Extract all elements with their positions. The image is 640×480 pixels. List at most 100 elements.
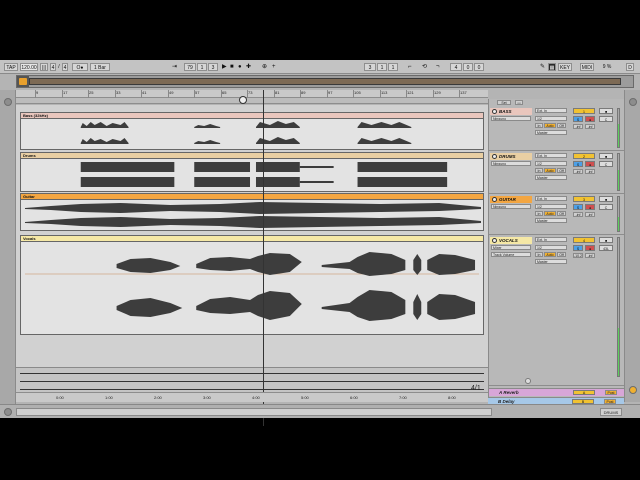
arm-button[interactable]: ● <box>585 116 595 122</box>
quantize-dropdown[interactable]: 1 Bar <box>90 63 110 71</box>
clip-body[interactable] <box>21 200 483 230</box>
position-beat[interactable]: 1 <box>197 63 207 71</box>
track-delay-icon[interactable] <box>525 378 531 384</box>
position-sixteenth[interactable]: 3 <box>208 63 218 71</box>
loop-brace-bar[interactable] <box>16 98 488 104</box>
track-activator-icon[interactable] <box>492 154 497 159</box>
record-icon[interactable]: ● <box>238 63 242 71</box>
return-master-lanes[interactable] <box>16 367 488 392</box>
track-lane-guitar[interactable]: Guitar <box>20 193 484 231</box>
arm-button[interactable]: ● <box>585 245 595 251</box>
clip-stop-button[interactable]: ■ <box>599 237 613 243</box>
output-routing[interactable]: Master <box>535 130 567 135</box>
monitor-auto[interactable]: Auto <box>544 252 556 257</box>
monitor-auto[interactable]: Auto <box>544 123 556 128</box>
mixer-track-vocals[interactable]: VOCALS Mixer Track Volume Ext. In 1/2 In… <box>489 236 625 386</box>
input-source[interactable]: Ext. In <box>535 108 567 113</box>
track-lane-bass[interactable]: Bass (32kHz) <box>20 112 484 150</box>
arm-button[interactable]: ● <box>585 161 595 167</box>
monitor-in[interactable]: In <box>535 211 543 216</box>
browser-toggle-icon[interactable] <box>4 98 12 106</box>
pan-value[interactable]: -inf <box>585 212 595 217</box>
mixer-track-guitar[interactable]: GUITAR Ninguno Ext. In 1/2 In Auto Off M… <box>489 195 625 235</box>
clip-stop-button[interactable]: ■ <box>599 108 613 114</box>
monitor-in[interactable]: In <box>535 123 543 128</box>
set-button[interactable]: Set <box>497 100 511 105</box>
monitor-auto[interactable]: Auto <box>544 211 556 216</box>
beat-ruler[interactable]: 9 17 25 33 41 49 57 65 73 81 89 97 105 1… <box>16 90 488 98</box>
pan-knob[interactable]: 43L <box>599 245 613 251</box>
loop-length-sixteenth[interactable]: 0 <box>474 63 484 71</box>
right-scrollbar[interactable] <box>624 90 640 402</box>
add-icon[interactable]: + <box>272 63 276 71</box>
volume-value[interactable]: -inf <box>573 169 583 174</box>
loop-start-sixteenth[interactable]: 1 <box>388 63 398 71</box>
play-icon[interactable]: ▶ <box>222 63 227 71</box>
input-channel[interactable]: 1/2 <box>535 161 567 166</box>
locator-marker-icon[interactable] <box>239 96 247 104</box>
overview-handle[interactable] <box>19 78 27 85</box>
loop-length-bar[interactable]: 4 <box>450 63 462 71</box>
input-source[interactable]: Ext. In <box>535 196 567 201</box>
track-number-button[interactable]: 4 <box>573 237 595 243</box>
output-routing[interactable]: Master <box>535 218 567 223</box>
punch-in-icon[interactable]: ⌐ <box>408 63 412 71</box>
return-button[interactable]: A <box>573 390 595 395</box>
key-map-button[interactable]: KEY <box>558 63 572 71</box>
track-activator-icon[interactable] <box>492 238 497 243</box>
mixer-track-bass[interactable]: BASS Ninguno Ext. In 1/2 In Auto Off Mas… <box>489 107 625 151</box>
follow-icon[interactable]: ⇥ <box>172 63 177 71</box>
monitor-in[interactable]: In <box>535 252 543 257</box>
clip-stop-button[interactable]: ■ <box>599 153 613 159</box>
input-type[interactable]: Mixer <box>491 245 531 250</box>
stop-icon[interactable]: ■ <box>230 63 234 71</box>
tempo-nudge[interactable]: ||| <box>40 63 48 71</box>
arrangement-view[interactable]: Bass (32kHz) Drums Guitar Vocals <box>16 105 488 393</box>
loop-length-beat[interactable]: 0 <box>463 63 473 71</box>
monitor-off[interactable]: Off <box>557 168 566 173</box>
automation-arm-icon[interactable]: ⊕ <box>262 63 267 71</box>
track-title-vocals[interactable]: VOCALS <box>490 237 532 244</box>
loop-start-bar[interactable]: 3 <box>364 63 376 71</box>
clip-body[interactable] <box>21 159 483 191</box>
pan-knob[interactable]: C <box>599 116 613 122</box>
track-activator-icon[interactable] <box>492 197 497 202</box>
signature-denominator[interactable]: 4 <box>62 63 68 71</box>
track-number-button[interactable]: 3 <box>573 196 595 202</box>
input-channel[interactable]: 1/2 <box>535 204 567 209</box>
midi-map-button[interactable]: MIDI <box>580 63 594 71</box>
signature-numerator[interactable]: 4 <box>50 63 56 71</box>
track-lane-vocals[interactable]: Vocals <box>20 235 484 335</box>
time-ruler[interactable]: 0:00 1:00 2:00 3:00 4:00 5:00 6:00 7:00 … <box>16 392 488 402</box>
return-track-reverb[interactable]: A Reverb A Post <box>489 388 625 396</box>
input-type[interactable]: Ninguno <box>491 161 531 166</box>
monitor-in[interactable]: In <box>535 168 543 173</box>
punch-out-icon[interactable]: ¬ <box>436 63 440 71</box>
view-toggle-icon[interactable]: ▭ <box>515 100 523 105</box>
volume-value[interactable]: -inf <box>573 124 583 129</box>
monitor-off[interactable]: Off <box>557 252 566 257</box>
input-source[interactable]: Ext. In <box>535 237 567 242</box>
loop-icon[interactable]: ⟲ <box>422 63 427 71</box>
computer-midi-keyboard-icon[interactable]: ▦ <box>548 63 556 71</box>
loop-start-beat[interactable]: 1 <box>377 63 387 71</box>
overview-range[interactable] <box>29 78 621 85</box>
pan-value[interactable]: -inf <box>585 124 595 129</box>
output-routing[interactable]: Master <box>535 259 567 264</box>
selected-track-label[interactable]: DRUMS <box>600 408 622 416</box>
arrangement-overview[interactable] <box>16 75 634 88</box>
metronome-button[interactable]: O● <box>72 63 88 71</box>
input-type[interactable]: Ninguno <box>491 204 531 209</box>
pan-knob[interactable]: C <box>599 204 613 210</box>
input-source[interactable]: Ext. In <box>535 153 567 158</box>
pan-value[interactable]: -inf <box>585 253 595 258</box>
post-button[interactable]: Post <box>605 390 617 395</box>
track-title-bass[interactable]: BASS <box>490 108 532 115</box>
monitor-off[interactable]: Off <box>557 123 566 128</box>
clip-body[interactable] <box>21 119 483 149</box>
position-bar[interactable]: 79 <box>184 63 196 71</box>
output-routing[interactable]: Master <box>535 175 567 180</box>
monitor-off[interactable]: Off <box>557 211 566 216</box>
pan-value[interactable]: -inf <box>585 169 595 174</box>
volume-value[interactable]: -inf <box>573 212 583 217</box>
